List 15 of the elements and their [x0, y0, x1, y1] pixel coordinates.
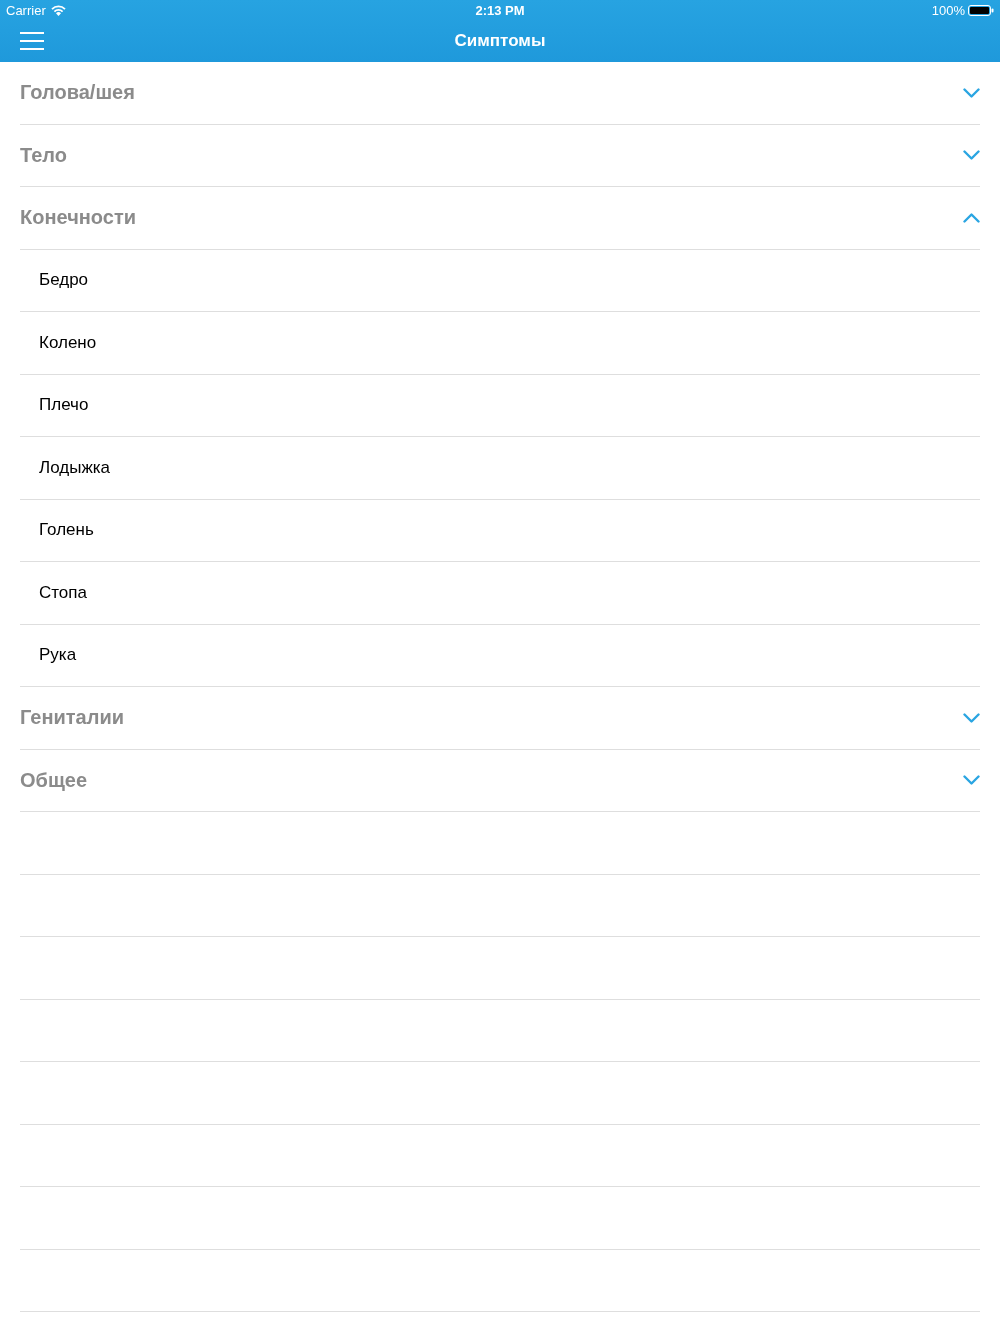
list-item[interactable]: Рука — [20, 624, 980, 687]
screen-title: Симптомы — [454, 31, 546, 51]
clock-time: 2:13 PM — [475, 2, 525, 18]
list-item[interactable]: Голень — [20, 499, 980, 562]
battery-percent: 100% — [931, 2, 965, 18]
list-item[interactable]: Колено — [20, 312, 980, 375]
wifi-icon — [50, 4, 66, 16]
list-item[interactable]: Бедро — [20, 249, 980, 312]
carrier-name: Carrier — [6, 2, 46, 18]
list-item[interactable]: Плечо — [20, 374, 980, 437]
menu-icon — [20, 32, 44, 50]
list-item[interactable]: Лодыжка — [20, 437, 980, 500]
battery-icon — [968, 4, 994, 16]
menu-button[interactable] — [18, 30, 46, 52]
list-item[interactable]: Стопа — [20, 562, 980, 625]
